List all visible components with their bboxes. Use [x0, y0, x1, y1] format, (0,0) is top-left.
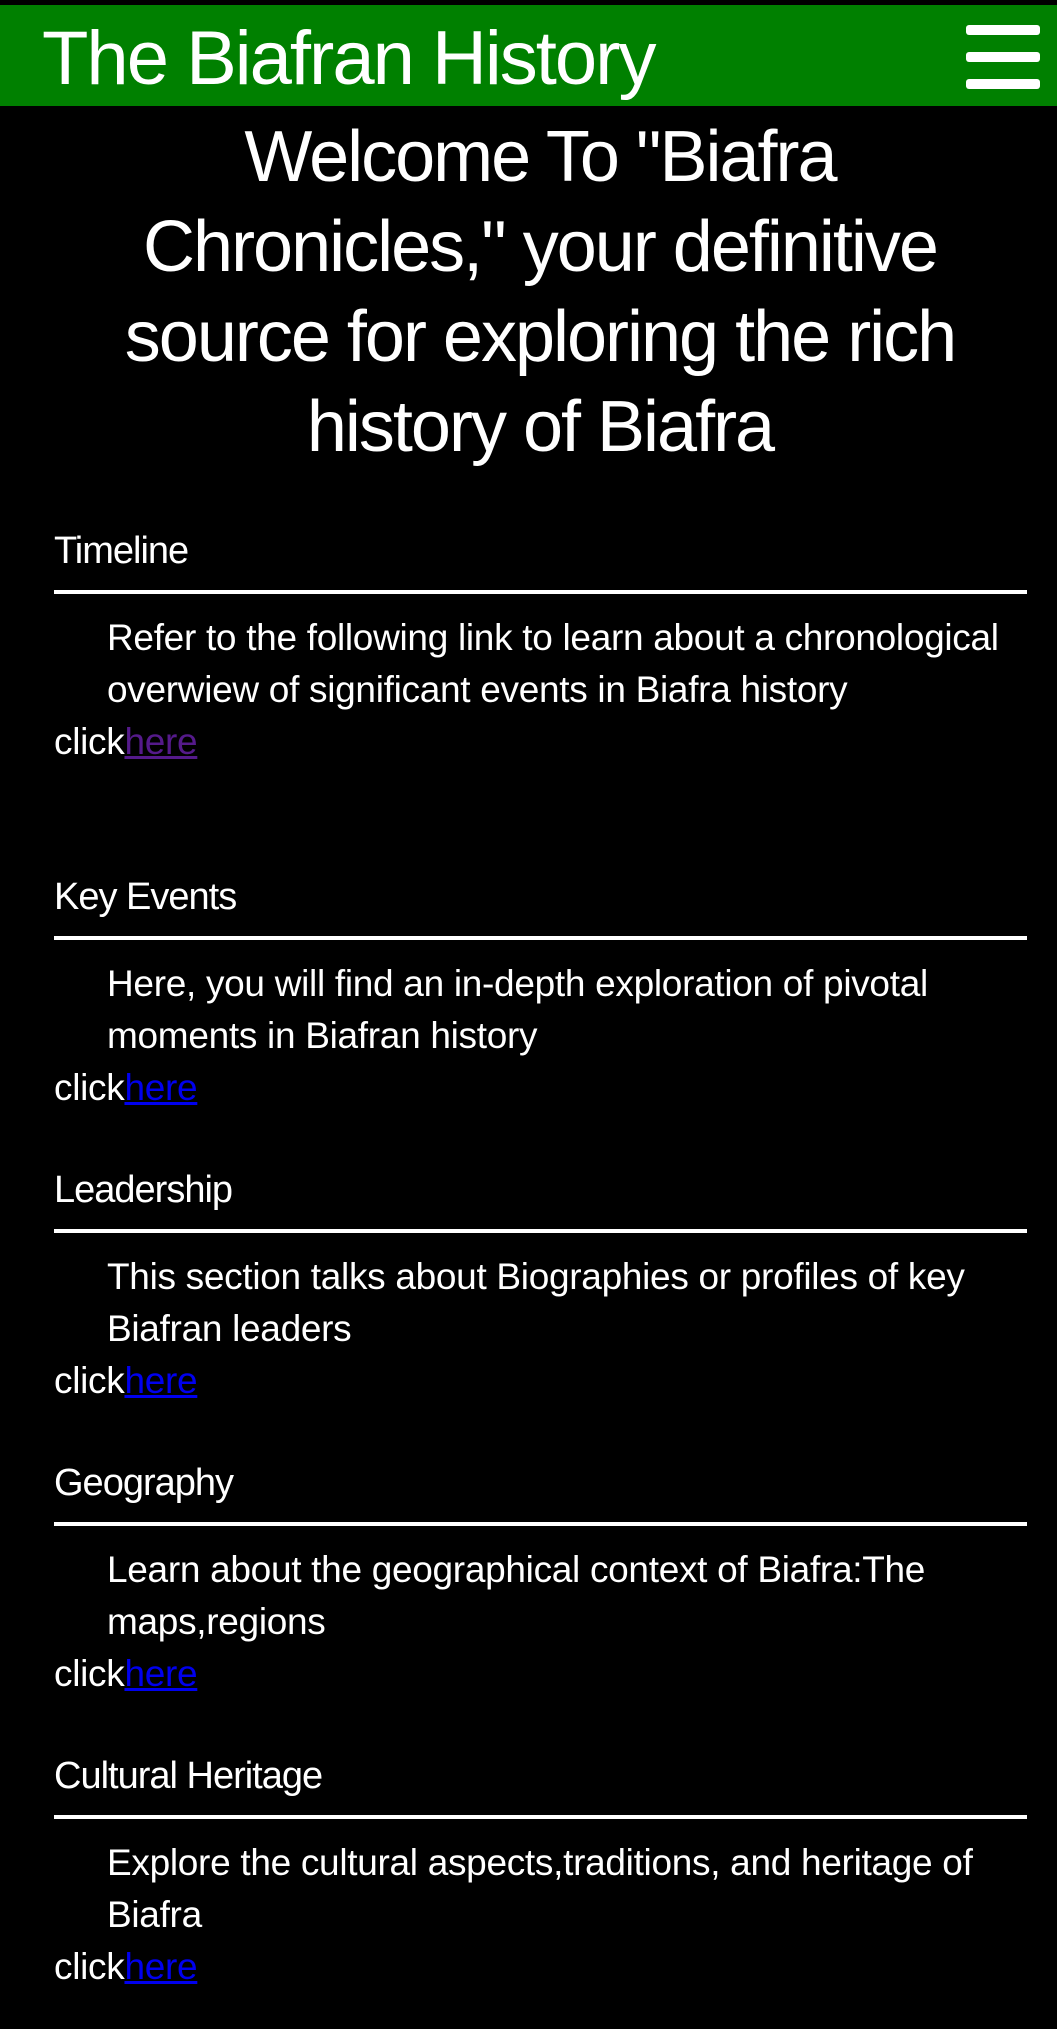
- click-label: click: [54, 721, 125, 762]
- section-heading: Leadership: [54, 1169, 233, 1211]
- geography-here-link[interactable]: here: [124, 1653, 197, 1694]
- section-divider: [54, 936, 1027, 940]
- section-description: Here, you will find an in-depth explorat…: [107, 963, 928, 1056]
- section-description: Refer to the following link to learn abo…: [107, 617, 999, 710]
- section-heading: Timeline: [54, 530, 189, 572]
- click-label: click: [54, 1946, 125, 1987]
- hamburger-menu-icon[interactable]: [966, 22, 1040, 92]
- section-leadership: Leadership This section talks about Biog…: [54, 1165, 1027, 1407]
- section-heading: Key Events: [54, 876, 237, 918]
- site-title[interactable]: The Biafran History: [42, 5, 656, 113]
- welcome-heading: Welcome To "Biafra Chronicles," your def…: [124, 117, 957, 467]
- click-label: click: [54, 1653, 125, 1694]
- section-description: Explore the cultural aspects,traditions,…: [107, 1842, 973, 1935]
- section-cultural-heritage: Cultural Heritage Explore the cultural a…: [54, 1751, 1027, 1993]
- top-navbar: The Biafran History: [0, 5, 1057, 106]
- section-heading: Cultural Heritage: [54, 1755, 323, 1797]
- click-line: clickhere: [54, 1648, 1027, 1700]
- click-line: clickhere: [54, 1355, 1027, 1407]
- section-key-events: Key Events Here, you will find an in-dep…: [54, 872, 1027, 1114]
- cultural-heritage-here-link[interactable]: here: [124, 1946, 197, 1987]
- menu-bar: [966, 79, 1040, 89]
- menu-bar: [966, 52, 1040, 62]
- timeline-here-link[interactable]: here: [124, 721, 197, 762]
- section-timeline: Timeline Refer to the following link to …: [54, 526, 1027, 768]
- key-events-here-link[interactable]: here: [124, 1067, 197, 1108]
- section-divider: [54, 1815, 1027, 1819]
- section-divider: [54, 1229, 1027, 1233]
- section-heading: Geography: [54, 1462, 234, 1504]
- section-divider: [54, 1522, 1027, 1526]
- section-description: Learn about the geographical context of …: [107, 1549, 926, 1642]
- click-line: clickhere: [54, 716, 1027, 768]
- section-description: This section talks about Biographies or …: [107, 1256, 965, 1349]
- section-divider: [54, 590, 1027, 594]
- click-label: click: [54, 1067, 125, 1108]
- leadership-here-link[interactable]: here: [124, 1360, 197, 1401]
- click-line: clickhere: [54, 1062, 1027, 1114]
- section-geography: Geography Learn about the geographical c…: [54, 1458, 1027, 1700]
- click-line: clickhere: [54, 1941, 1027, 1993]
- menu-bar: [966, 25, 1040, 35]
- click-label: click: [54, 1360, 125, 1401]
